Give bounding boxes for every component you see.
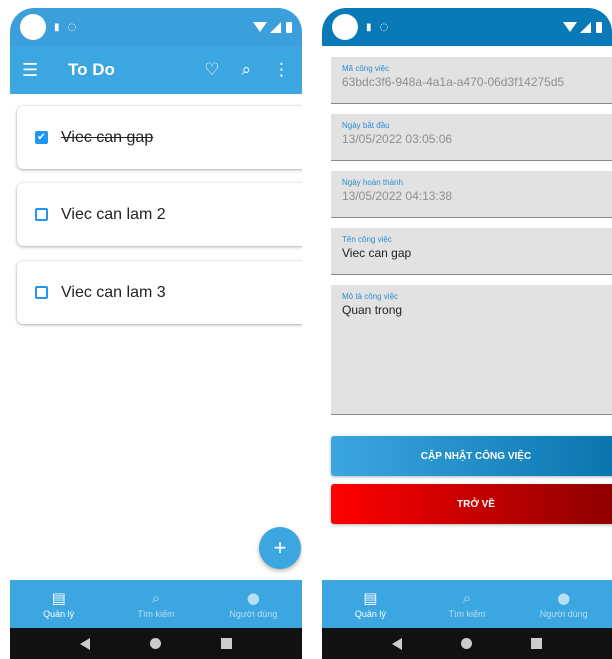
todo-text: Viec can lam 3 [61, 283, 166, 301]
app-bar: ☰ To Do ♡ ⌕ ⋮ [10, 46, 302, 94]
person-icon: ● [557, 588, 571, 607]
todo-list: ✔ Viec can gap Viec can lam 2 Viec can l… [10, 94, 302, 588]
app-title: To Do [68, 60, 115, 79]
field-label: Ngày bắt đầu [342, 121, 390, 130]
end-date-field: Ngày hoàn thành 13/05/2022 04:13:38 [331, 171, 612, 218]
todo-checkbox[interactable] [35, 286, 48, 299]
task-description-input[interactable]: Mô tả công việc Quan trong [331, 285, 612, 415]
nav-label: Người dùng [539, 608, 588, 619]
field-value: 13/05/2022 03:05:06 [342, 132, 453, 146]
task-form: Mã công việc 63bdc3f6-948a-4a1a-a470-06d… [322, 46, 612, 580]
task-name-input[interactable]: Tên công việc Viec can gap [331, 228, 612, 275]
todo-item[interactable]: Viec can lam 2 [17, 183, 302, 246]
system-navigation [10, 628, 302, 659]
nav-label: Quản lý [43, 608, 75, 619]
recents-icon[interactable] [531, 638, 543, 649]
back-icon[interactable] [391, 637, 402, 650]
nav-item-user[interactable]: ● Người dùng [205, 580, 302, 628]
todo-list-screen: ▮ ◌ ☰ To Do ♡ ⌕ ⋮ ✔ Viec can gap Viec ca… [10, 8, 302, 659]
wifi-icon [253, 22, 267, 32]
heart-icon[interactable]: ♡ [204, 60, 219, 80]
more-vert-icon[interactable]: ⋮ [273, 60, 290, 80]
todo-checkbox[interactable]: ✔ [35, 131, 48, 144]
add-todo-button[interactable]: + [259, 527, 301, 569]
signal-icon [270, 21, 281, 33]
nav-label: Quản lý [354, 608, 386, 619]
nav-item-manage[interactable]: ▤ Quản lý [10, 580, 107, 628]
nav-item-search[interactable]: ⌕ Tìm kiếm [419, 580, 516, 628]
update-task-button[interactable]: CẬP NHẬT CÔNG VIỆC [331, 436, 612, 476]
todo-item[interactable]: Viec can lam 3 [17, 261, 302, 324]
todo-detail-screen: ▮ ◌ Mã công việc 63bdc3f6-948a-4a1a-a470… [322, 8, 612, 659]
nav-label: Tìm kiếm [137, 608, 175, 619]
start-date-field: Ngày bắt đầu 13/05/2022 03:05:06 [331, 114, 612, 161]
field-label: Ngày hoàn thành [342, 178, 403, 187]
task-id-field: Mã công việc 63bdc3f6-948a-4a1a-a470-06d… [331, 57, 612, 104]
camera-cutout [332, 14, 358, 40]
calendar-icon: ▤ [363, 588, 378, 607]
bottom-navigation: ▤ Quản lý ⌕ Tìm kiếm ● Người dùng [322, 580, 612, 628]
field-label: Tên công việc [342, 235, 392, 244]
system-navigation [322, 628, 612, 659]
status-bar: ▮ ◌ [322, 8, 612, 46]
field-value: 13/05/2022 04:13:38 [342, 189, 453, 203]
home-icon[interactable] [460, 638, 472, 649]
search-icon: ⌕ [462, 588, 472, 607]
status-bar: ▮ ◌ [10, 8, 302, 46]
calendar-icon: ▤ [51, 588, 66, 607]
back-icon[interactable] [80, 637, 90, 650]
nav-item-search[interactable]: ⌕ Tìm kiếm [107, 580, 204, 628]
battery-icon [596, 21, 602, 33]
search-icon: ⌕ [151, 588, 161, 607]
battery-icon [286, 21, 292, 33]
person-icon: ● [246, 588, 260, 607]
data-saver-icon: ◌ [379, 21, 389, 33]
signal-icon [580, 21, 591, 33]
field-label: Mã công việc [342, 64, 390, 73]
field-value: Viec can gap [342, 246, 412, 260]
recents-icon[interactable] [221, 638, 232, 649]
field-value: 63bdc3f6-948a-4a1a-a470-06d3f14275d5 [342, 75, 565, 89]
field-value: Quan trong [342, 303, 403, 317]
todo-text: Viec can lam 2 [61, 205, 166, 223]
nav-label: Tìm kiếm [448, 608, 486, 619]
data-saver-icon: ◌ [67, 21, 77, 33]
field-label: Mô tả công việc [342, 292, 399, 301]
sim-icon: ▮ [366, 21, 372, 33]
todo-checkbox[interactable] [35, 208, 48, 221]
todo-item[interactable]: ✔ Viec can gap [17, 106, 302, 169]
wifi-icon [563, 22, 577, 32]
nav-label: Người dùng [229, 608, 278, 619]
list-menu-icon[interactable]: ☰ [22, 60, 46, 81]
sim-icon: ▮ [54, 21, 60, 33]
back-button[interactable]: TRỞ VỀ [331, 484, 612, 524]
nav-item-manage[interactable]: ▤ Quản lý [322, 580, 419, 628]
search-icon[interactable]: ⌕ [241, 60, 251, 80]
bottom-navigation: ▤ Quản lý ⌕ Tìm kiếm ● Người dùng [10, 580, 302, 628]
todo-text: Viec can gap [61, 128, 154, 146]
nav-item-user[interactable]: ● Người dùng [515, 580, 612, 628]
camera-cutout [20, 14, 46, 40]
home-icon[interactable] [150, 638, 161, 649]
